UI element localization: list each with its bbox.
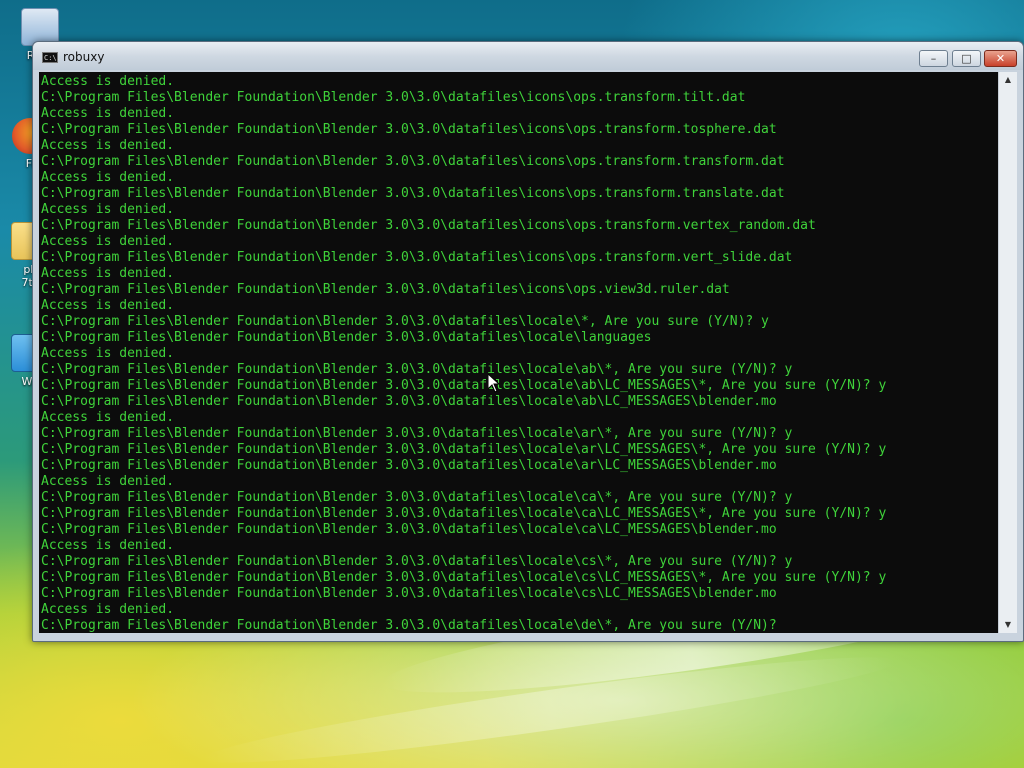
console-line: Access is denied. — [41, 474, 175, 489]
scroll-down-arrow-icon[interactable]: ▼ — [999, 617, 1017, 633]
console-line: Access is denied. — [41, 74, 175, 89]
command-prompt-icon: C:\. — [42, 52, 61, 63]
console-line: Access is denied. — [41, 234, 175, 249]
console-line: C:\Program Files\Blender Foundation\Blen… — [41, 218, 816, 233]
console-line: C:\Program Files\Blender Foundation\Blen… — [41, 314, 769, 329]
vertical-scrollbar[interactable]: ▲ ▼ — [998, 72, 1017, 633]
console-line: Access is denied. — [41, 602, 175, 617]
console-line: C:\Program Files\Blender Foundation\Blen… — [41, 522, 777, 537]
mouse-pointer-icon — [488, 374, 500, 393]
console-line: Access is denied. — [41, 298, 175, 313]
console-line: Access is denied. — [41, 538, 175, 553]
console-line: Access is denied. — [41, 346, 175, 361]
console-lines: Access is denied. C:\Program Files\Blende… — [39, 72, 998, 633]
console-line: C:\Program Files\Blender Foundation\Blen… — [41, 570, 887, 585]
console-line: C:\Program Files\Blender Foundation\Blen… — [41, 506, 887, 521]
console-line: Access is denied. — [41, 138, 175, 153]
window-title: robuxy — [63, 50, 105, 64]
console-line: Access is denied. — [41, 202, 175, 217]
console-line: C:\Program Files\Blender Foundation\Blen… — [41, 186, 785, 201]
console-line: Access is denied. — [41, 170, 175, 185]
console-line: Access is denied. — [41, 106, 175, 121]
console-window[interactable]: C:\. robuxy – □ ✕ Access is denied. C:\Pr… — [32, 41, 1024, 642]
console-line: C:\Program Files\Blender Foundation\Blen… — [41, 90, 746, 105]
console-line: C:\Program Files\Blender Foundation\Blen… — [41, 362, 793, 377]
scroll-up-arrow-icon[interactable]: ▲ — [999, 72, 1017, 88]
console-output[interactable]: Access is denied. C:\Program Files\Blende… — [39, 72, 998, 633]
console-line: C:\Program Files\Blender Foundation\Blen… — [41, 586, 777, 601]
console-line: C:\Program Files\Blender Foundation\Blen… — [41, 426, 793, 441]
console-line: C:\Program Files\Blender Foundation\Blen… — [41, 378, 887, 393]
console-line: C:\Program Files\Blender Foundation\Blen… — [41, 330, 652, 345]
console-line: C:\Program Files\Blender Foundation\Blen… — [41, 458, 777, 473]
minimize-button[interactable]: – — [919, 50, 948, 67]
console-line: Access is denied. — [41, 266, 175, 281]
console-line: C:\Program Files\Blender Foundation\Blen… — [41, 490, 793, 505]
window-titlebar[interactable]: C:\. robuxy – □ ✕ — [33, 42, 1023, 70]
console-line: C:\Program Files\Blender Foundation\Blen… — [41, 618, 777, 633]
console-line: C:\Program Files\Blender Foundation\Blen… — [41, 282, 730, 297]
close-button[interactable]: ✕ — [984, 50, 1017, 67]
console-line: C:\Program Files\Blender Foundation\Blen… — [41, 554, 793, 569]
console-line: C:\Program Files\Blender Foundation\Blen… — [41, 442, 887, 457]
console-line: C:\Program Files\Blender Foundation\Blen… — [41, 154, 785, 169]
maximize-button[interactable]: □ — [952, 50, 981, 67]
console-line: C:\Program Files\Blender Foundation\Blen… — [41, 250, 793, 265]
console-line: C:\Program Files\Blender Foundation\Blen… — [41, 122, 777, 137]
console-line: Access is denied. — [41, 410, 175, 425]
console-line: C:\Program Files\Blender Foundation\Blen… — [41, 394, 777, 409]
